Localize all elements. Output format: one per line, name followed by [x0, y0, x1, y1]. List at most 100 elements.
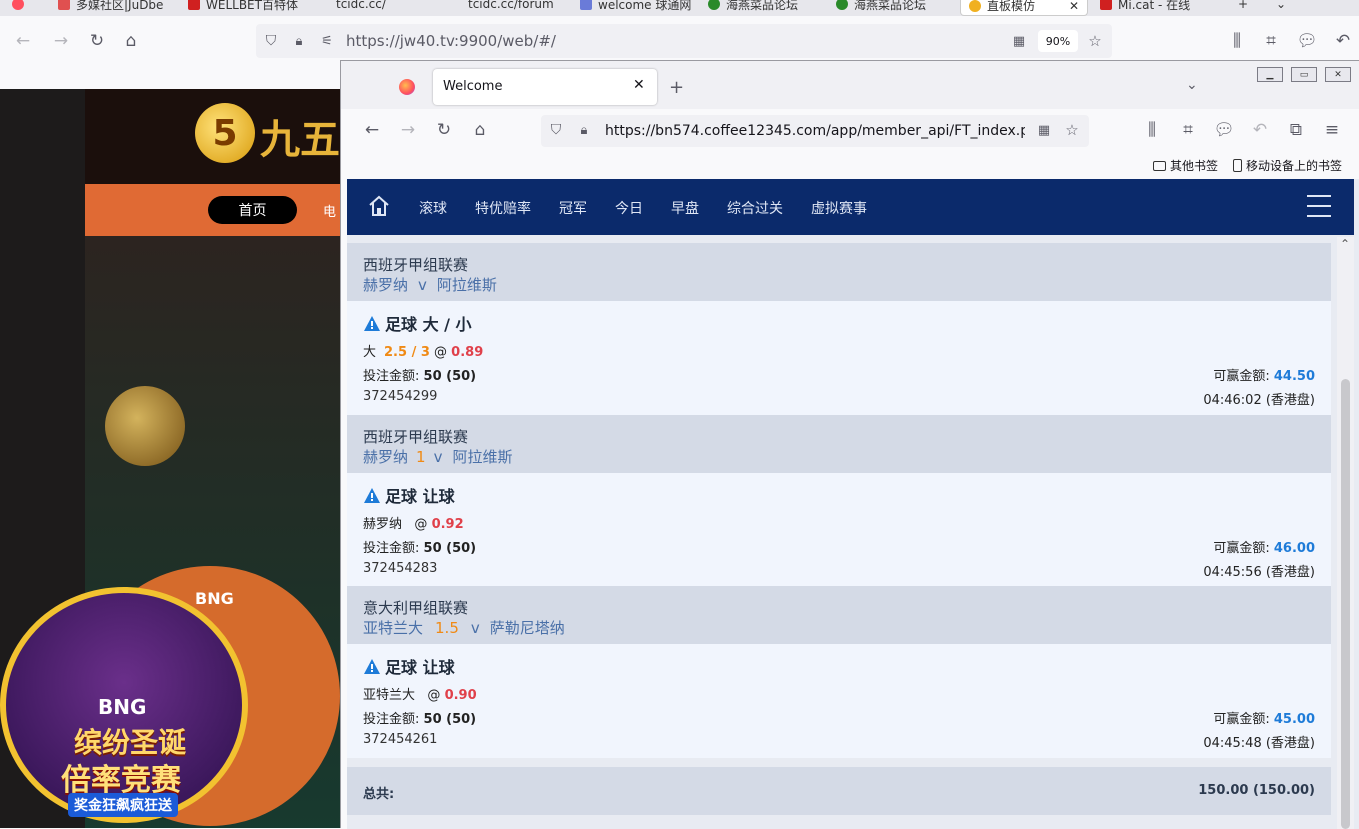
away-team: 阿拉维斯	[436, 276, 497, 294]
menu-icon[interactable]: ≡	[1321, 119, 1343, 141]
bg-nav-item[interactable]: 电	[323, 201, 336, 220]
forward-icon[interactable]: →	[50, 30, 72, 52]
outer-tab[interactable]: tcidc.cc/forum	[468, 0, 554, 14]
reload-icon[interactable]: ↻	[86, 30, 108, 52]
bng-corner-logo: BNG	[195, 589, 234, 608]
chevron-down-icon[interactable]: ⌄	[1186, 77, 1198, 93]
undo-icon[interactable]: ↶	[1249, 119, 1271, 141]
outer-tab[interactable]: welcome 球通网	[580, 0, 691, 14]
forward-icon[interactable]: →	[397, 119, 419, 141]
outer-tab[interactable]: tcidc.cc/	[336, 0, 386, 14]
outer-tab[interactable]: 海燕菜品论坛	[836, 0, 926, 14]
scrollbar-thumb[interactable]	[1341, 379, 1350, 829]
minimize-icon[interactable]: ▁	[1257, 67, 1283, 82]
new-tab-icon[interactable]: +	[669, 77, 684, 98]
screenshot-icon[interactable]: ⌗	[1260, 30, 1282, 52]
back-icon[interactable]: ←	[12, 30, 34, 52]
outer-tab[interactable]: Mi.cat - 在线	[1100, 0, 1190, 14]
nav-today[interactable]: 今日	[615, 198, 643, 218]
outer-url-bar[interactable]: ⛉ 🔒︎ ⚟ https://jw40.tv:9900/web/#/ ▦ 90%…	[256, 24, 1112, 58]
inner-tab-active[interactable]: Welcome ✕	[433, 69, 657, 105]
scrollbar[interactable]: ⌃	[1337, 237, 1354, 829]
bg-site-nav: 首页 电	[85, 184, 340, 236]
bookmark-star-icon[interactable]: ☆	[1084, 30, 1106, 52]
nav-live[interactable]: 滚球	[419, 198, 447, 218]
chat-icon[interactable]: 💬︎	[1213, 119, 1235, 141]
win-amount: 可赢金额: 44.50	[1213, 369, 1315, 384]
outer-tab-active[interactable]: 直板模仿 ✕	[960, 0, 1088, 16]
hamburger-menu-icon[interactable]	[1307, 195, 1331, 217]
firefox-icon[interactable]	[399, 79, 415, 95]
lock-icon[interactable]: 🔒︎	[573, 119, 595, 141]
bet-odds: 0.90	[444, 688, 477, 703]
bookmark-star-icon[interactable]: ☆	[1061, 119, 1083, 141]
win-amount: 可赢金额: 45.00	[1213, 712, 1315, 727]
background-casino-site: 5 九五 首页 电 BNG 缤纷圣诞 倍率竞赛 奖金狂飙疯狂送 BNG	[0, 89, 340, 828]
match-teams: 赫罗纳 1 v 阿拉维斯	[363, 446, 512, 467]
bookmark-folder-other[interactable]: 其他书签	[1153, 157, 1218, 174]
nav-virtual[interactable]: 虚拟赛事	[811, 198, 867, 218]
bng-promo-banner[interactable]: BNG 缤纷圣诞 倍率竞赛 奖金狂飙疯狂送	[0, 587, 248, 823]
chevron-down-icon[interactable]: ⌄	[1276, 0, 1286, 14]
outer-tab[interactable]: WELLBET百特体	[188, 0, 298, 14]
bg-nav-home[interactable]: 首页	[208, 196, 297, 224]
extensions-icon[interactable]: ⧉	[1285, 119, 1307, 141]
bet-detail: 足球 让球 亚特兰大 @ 0.90 投注金额: 50 (50) 37245426…	[347, 644, 1331, 758]
window-close-icon[interactable]: ✕	[1325, 67, 1351, 82]
screenshot-icon[interactable]: ⌗	[1177, 119, 1199, 141]
banner-brand: BNG	[98, 695, 147, 719]
nav-champion[interactable]: 冠军	[559, 198, 587, 218]
nav-parlay[interactable]: 综合过关	[727, 198, 783, 218]
bet-type: 足球 大 / 小	[363, 311, 472, 335]
outer-tab-firefox-icon[interactable]	[12, 0, 24, 14]
qr-code-icon[interactable]: ▦	[1008, 30, 1030, 52]
close-icon[interactable]: ✕	[1069, 0, 1079, 13]
back-icon[interactable]: ←	[361, 119, 383, 141]
inner-browser-window: Welcome ✕ + ⌄ ▁ ▭ ✕ ← → ↻ ⌂ ⛉ 🔒︎ https:/…	[340, 60, 1359, 829]
reload-icon[interactable]: ↻	[433, 119, 455, 141]
home-team: 亚特兰大	[363, 619, 424, 637]
nav-special-odds[interactable]: 特优赔率	[475, 198, 531, 218]
betting-page: 滚球 特优赔率 冠军 今日 早盘 综合过关 虚拟赛事 西班牙甲组联赛 赫罗纳 v 阿…	[347, 179, 1359, 829]
league-name: 意大利甲组联赛	[363, 599, 469, 617]
permissions-icon[interactable]: ⚟	[316, 30, 338, 52]
coin-image	[105, 386, 185, 466]
ticket-id: 372454299	[363, 389, 438, 404]
zoom-level[interactable]: 90%	[1038, 30, 1078, 52]
folder-icon	[1153, 160, 1166, 171]
stake-amount: 投注金额: 50 (50)	[363, 541, 477, 556]
outer-tab[interactable]: 多媒社区|JuDbe	[58, 0, 163, 14]
scroll-up-icon[interactable]: ⌃	[1340, 237, 1350, 251]
match-teams: 亚特兰大 1.5 v 萨勒尼塔纳	[363, 617, 565, 638]
library-icon[interactable]: ⫼	[1141, 119, 1163, 141]
bet-odds: 0.92	[431, 517, 464, 532]
total-label: 总共:	[363, 787, 395, 802]
win-amount: 可赢金额: 46.00	[1213, 541, 1315, 556]
bg-site-logo-icon[interactable]: 5	[195, 103, 255, 163]
outer-url-text[interactable]: https://jw40.tv:9900/web/#/	[346, 32, 556, 50]
inner-url-text[interactable]: https://bn574.coffee12345.com/app/member…	[605, 123, 1025, 139]
main-nav: 滚球 特优赔率 冠军 今日 早盘 综合过关 虚拟赛事	[347, 179, 1354, 235]
undo-icon[interactable]: ↶	[1332, 30, 1354, 52]
close-icon[interactable]: ✕	[633, 77, 645, 93]
bet-time: 04:45:56 (香港盘)	[1203, 565, 1315, 580]
shield-icon[interactable]: ⛉	[545, 119, 567, 141]
maximize-icon[interactable]: ▭	[1291, 67, 1317, 82]
bet-line: 2.5 / 3	[384, 345, 430, 360]
lock-icon[interactable]: 🔒︎	[288, 30, 310, 52]
new-tab-icon[interactable]: +	[1238, 0, 1248, 14]
home-icon[interactable]: ⌂	[120, 30, 142, 52]
home-icon[interactable]: ⌂	[469, 119, 491, 141]
outer-tab-strip: 多媒社区|JuDbe WELLBET百特体 tcidc.cc/ tcidc.cc…	[0, 0, 1359, 16]
outer-toolbar: ← → ↻ ⌂ ⛉ 🔒︎ ⚟ https://jw40.tv:9900/web/…	[0, 16, 1359, 64]
nav-early[interactable]: 早盘	[671, 198, 699, 218]
shield-icon[interactable]: ⛉	[260, 30, 282, 52]
bookmark-folder-mobile[interactable]: 移动设备上的书签	[1233, 157, 1342, 174]
library-icon[interactable]: ⫼	[1226, 30, 1248, 52]
outer-tab[interactable]: 海燕菜品论坛	[708, 0, 798, 14]
home-icon[interactable]	[367, 194, 391, 218]
chat-icon[interactable]: 💬︎	[1296, 30, 1318, 52]
inner-url-bar[interactable]: ⛉ 🔒︎ https://bn574.coffee12345.com/app/m…	[541, 115, 1089, 147]
warning-icon	[364, 315, 380, 331]
qr-code-icon[interactable]: ▦	[1033, 119, 1055, 141]
